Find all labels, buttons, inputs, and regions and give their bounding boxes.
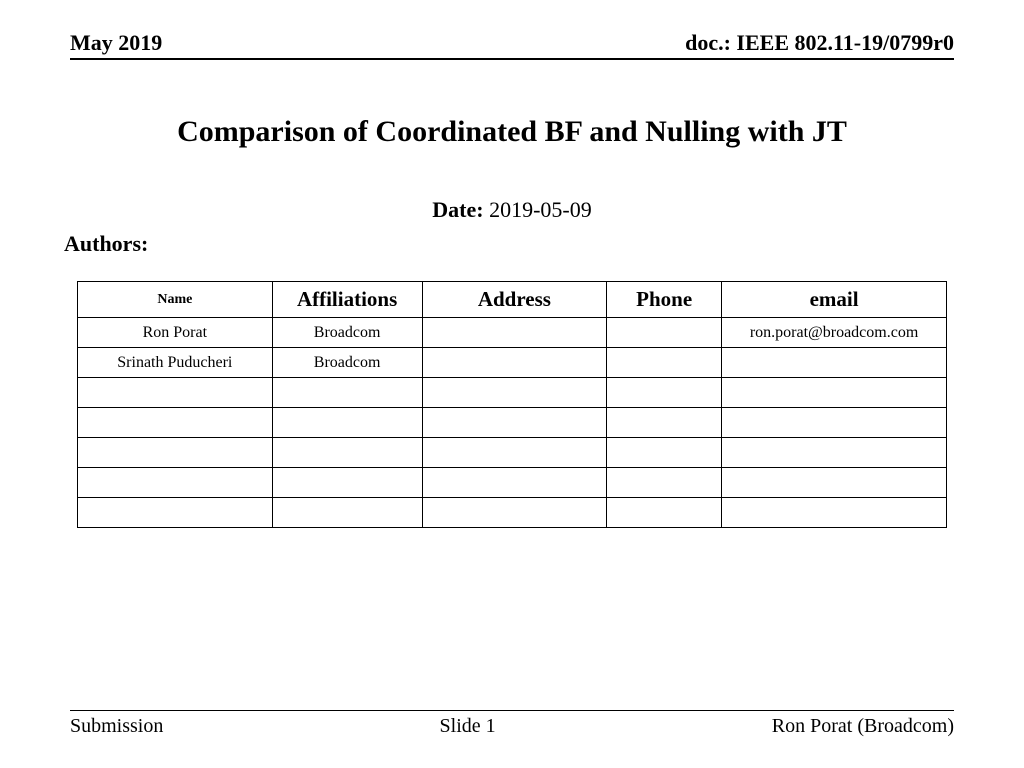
cell-email: ron.porat@broadcom.com (722, 318, 947, 348)
cell-address (422, 498, 607, 528)
cell-affiliations (272, 378, 422, 408)
table-row (78, 408, 947, 438)
cell-name (78, 498, 273, 528)
table-row (78, 438, 947, 468)
cell-phone (607, 378, 722, 408)
cell-affiliations (272, 498, 422, 528)
footer-left: Submission (70, 715, 163, 738)
date-line: Date: 2019-05-09 (70, 197, 954, 223)
header-doc-id: doc.: IEEE 802.11-19/0799r0 (685, 30, 954, 56)
cell-affiliations (272, 468, 422, 498)
cell-address (422, 438, 607, 468)
cell-affiliations: Broadcom (272, 348, 422, 378)
cell-name: Srinath Puducheri (78, 348, 273, 378)
cell-name (78, 438, 273, 468)
cell-name: Ron Porat (78, 318, 273, 348)
table-row (78, 378, 947, 408)
cell-name (78, 408, 273, 438)
table-row: Srinath PuducheriBroadcom (78, 348, 947, 378)
cell-phone (607, 348, 722, 378)
col-header-email: email (722, 282, 947, 318)
cell-affiliations (272, 408, 422, 438)
col-header-affiliations: Affiliations (272, 282, 422, 318)
header-date: May 2019 (70, 30, 162, 56)
cell-email (722, 468, 947, 498)
cell-email (722, 438, 947, 468)
cell-affiliations: Broadcom (272, 318, 422, 348)
col-header-address: Address (422, 282, 607, 318)
header-bar: May 2019 doc.: IEEE 802.11-19/0799r0 (70, 30, 954, 60)
footer-center: Slide 1 (440, 715, 496, 738)
cell-address (422, 408, 607, 438)
table-row (78, 498, 947, 528)
cell-email (722, 408, 947, 438)
page-title: Comparison of Coordinated BF and Nulling… (70, 115, 954, 149)
cell-phone (607, 498, 722, 528)
table-row (78, 468, 947, 498)
cell-address (422, 378, 607, 408)
footer-right: Ron Porat (Broadcom) (772, 715, 954, 738)
cell-phone (607, 408, 722, 438)
authors-table: Name Affiliations Address Phone email Ro… (77, 281, 947, 528)
date-label: Date: (432, 197, 483, 222)
cell-email (722, 498, 947, 528)
cell-name (78, 378, 273, 408)
date-value: 2019-05-09 (489, 197, 592, 222)
cell-affiliations (272, 438, 422, 468)
table-header-row: Name Affiliations Address Phone email (78, 282, 947, 318)
cell-phone (607, 438, 722, 468)
col-header-phone: Phone (607, 282, 722, 318)
cell-email (722, 378, 947, 408)
cell-phone (607, 468, 722, 498)
cell-address (422, 468, 607, 498)
footer-bar: Submission Slide 1 Ron Porat (Broadcom) (70, 710, 954, 738)
table-row: Ron PoratBroadcom ron.porat@broadcom.com (78, 318, 947, 348)
col-header-name: Name (78, 282, 273, 318)
cell-address (422, 348, 607, 378)
cell-name (78, 468, 273, 498)
authors-label: Authors: (64, 231, 954, 257)
cell-email (722, 348, 947, 378)
cell-address (422, 318, 607, 348)
cell-phone (607, 318, 722, 348)
